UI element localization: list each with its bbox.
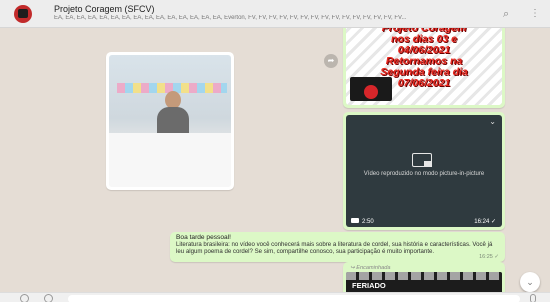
photo-thumbnail[interactable] bbox=[109, 55, 231, 187]
projeto-logo bbox=[350, 77, 392, 101]
chevron-down-icon[interactable]: ⌄ bbox=[489, 117, 496, 126]
message-time: 16:25 ✓ bbox=[479, 254, 499, 260]
chat-title[interactable]: Projeto Coragem (SFCV) bbox=[54, 4, 155, 14]
participants-list: EA, EA, EA, EA, EA, EA, EA, EA, EA, EA, … bbox=[54, 15, 407, 21]
message-body: Literatura brasileira: no vídeo você con… bbox=[176, 240, 493, 255]
image-message[interactable] bbox=[106, 52, 234, 190]
microphone-icon[interactable] bbox=[530, 294, 536, 302]
group-avatar[interactable] bbox=[14, 5, 32, 23]
video-player[interactable]: ⌄ Vídeo reproduzido no modo picture-in-p… bbox=[346, 115, 502, 227]
scroll-down-button[interactable]: ⌄ bbox=[520, 272, 540, 292]
emoji-icon[interactable] bbox=[20, 294, 29, 302]
video-message[interactable]: ⌄ Vídeo reproduzido no modo picture-in-p… bbox=[343, 112, 505, 230]
forward-icon[interactable]: ➦ bbox=[324, 54, 338, 68]
message-time: 16:24 ✓ bbox=[474, 219, 496, 225]
video-camera-icon bbox=[351, 218, 359, 223]
person-body bbox=[157, 107, 189, 135]
forwarded-image[interactable]: FERIADO PROLONGADO. bbox=[346, 272, 502, 292]
chat-area: ➦ Projeto Coragem nos dias 03 e 04/06/20… bbox=[0, 28, 550, 292]
picture-in-picture-icon bbox=[412, 153, 432, 167]
text-message[interactable]: Boa tarde pessoal! Literatura brasileira… bbox=[170, 232, 505, 262]
poster-message[interactable]: Projeto Coragem nos dias 03 e 04/06/2021… bbox=[343, 28, 505, 108]
search-icon[interactable]: ⌕ bbox=[503, 8, 509, 21]
forwarded-message[interactable]: ↪ Encaminhada FERIADO PROLONGADO. bbox=[343, 262, 505, 292]
forwarded-image-text: FERIADO PROLONGADO. bbox=[352, 281, 409, 292]
message-composer bbox=[0, 292, 550, 302]
table-surface bbox=[109, 133, 231, 187]
attach-icon[interactable] bbox=[44, 294, 53, 302]
poster-image[interactable]: Projeto Coragem nos dias 03 e 04/06/2021… bbox=[346, 28, 502, 105]
menu-icon[interactable]: ⋮ bbox=[530, 8, 540, 19]
message-input[interactable] bbox=[68, 295, 520, 302]
video-duration: 2:50 bbox=[362, 219, 374, 225]
pip-status-text: Vídeo reproduzido no modo picture-in-pic… bbox=[363, 171, 485, 177]
forwarded-label: ↪ Encaminhada bbox=[350, 265, 391, 271]
chat-header[interactable]: Projeto Coragem (SFCV) EA, EA, EA, EA, E… bbox=[0, 0, 550, 28]
